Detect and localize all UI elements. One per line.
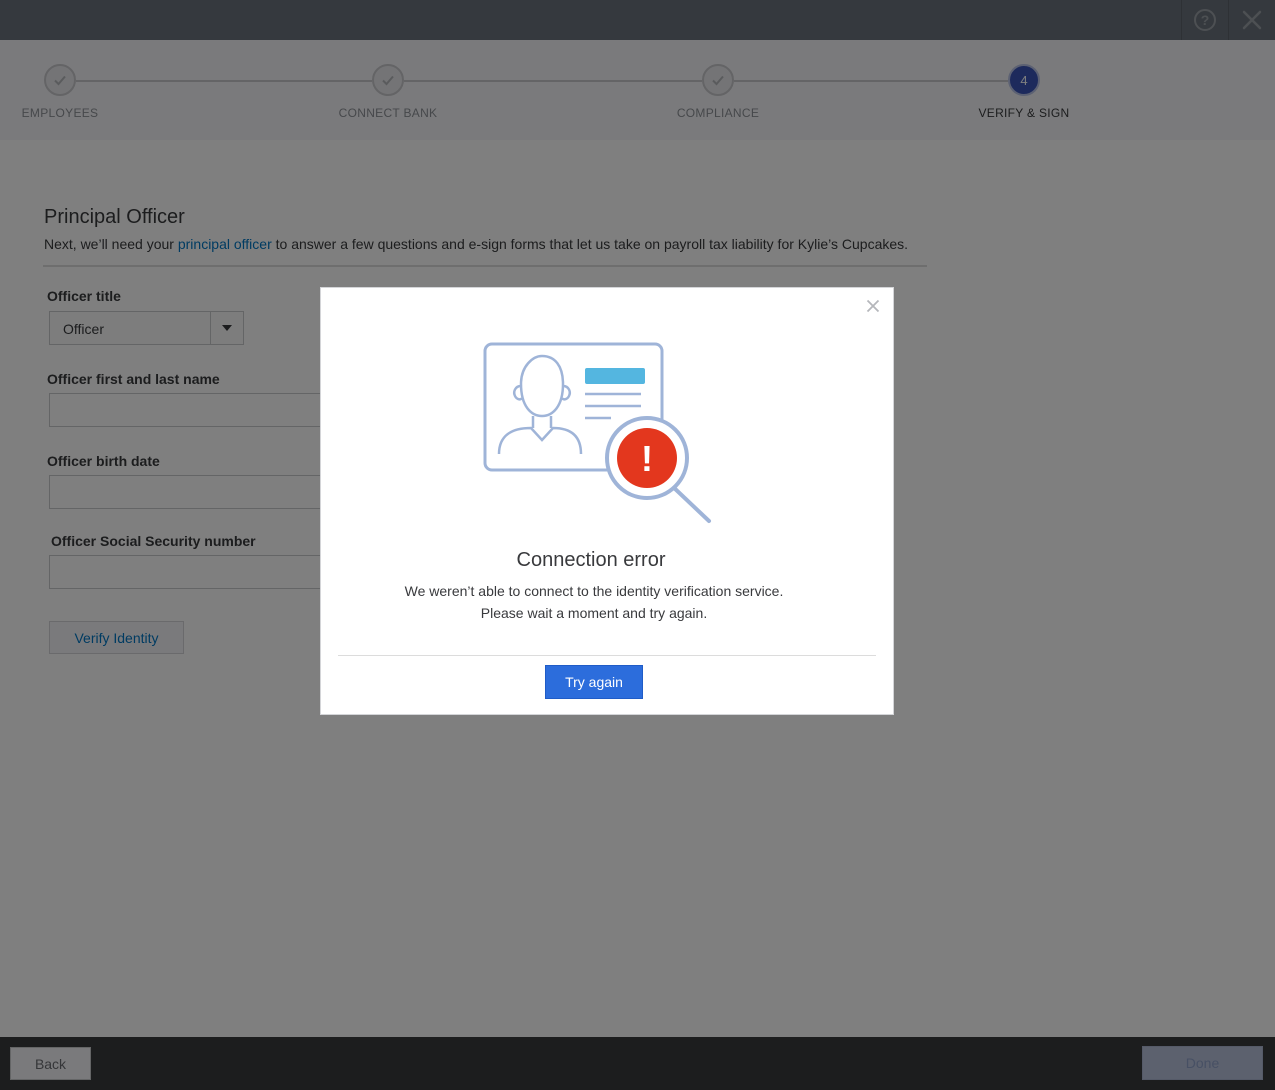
close-icon (866, 299, 880, 313)
dialog-message-line1: We weren’t able to connect to the identi… (404, 583, 784, 599)
alert-exclamation: ! (641, 438, 653, 479)
dialog-message-line2: Please wait a moment and try again. (480, 605, 708, 621)
dialog-divider (338, 655, 876, 656)
try-again-button[interactable]: Try again (545, 665, 643, 699)
connection-error-dialog: ! Connection error We weren’t able to co… (320, 287, 894, 715)
dialog-close-button[interactable] (865, 298, 881, 314)
dialog-title: Connection error (516, 549, 666, 571)
identity-error-illustration: ! (483, 342, 715, 524)
